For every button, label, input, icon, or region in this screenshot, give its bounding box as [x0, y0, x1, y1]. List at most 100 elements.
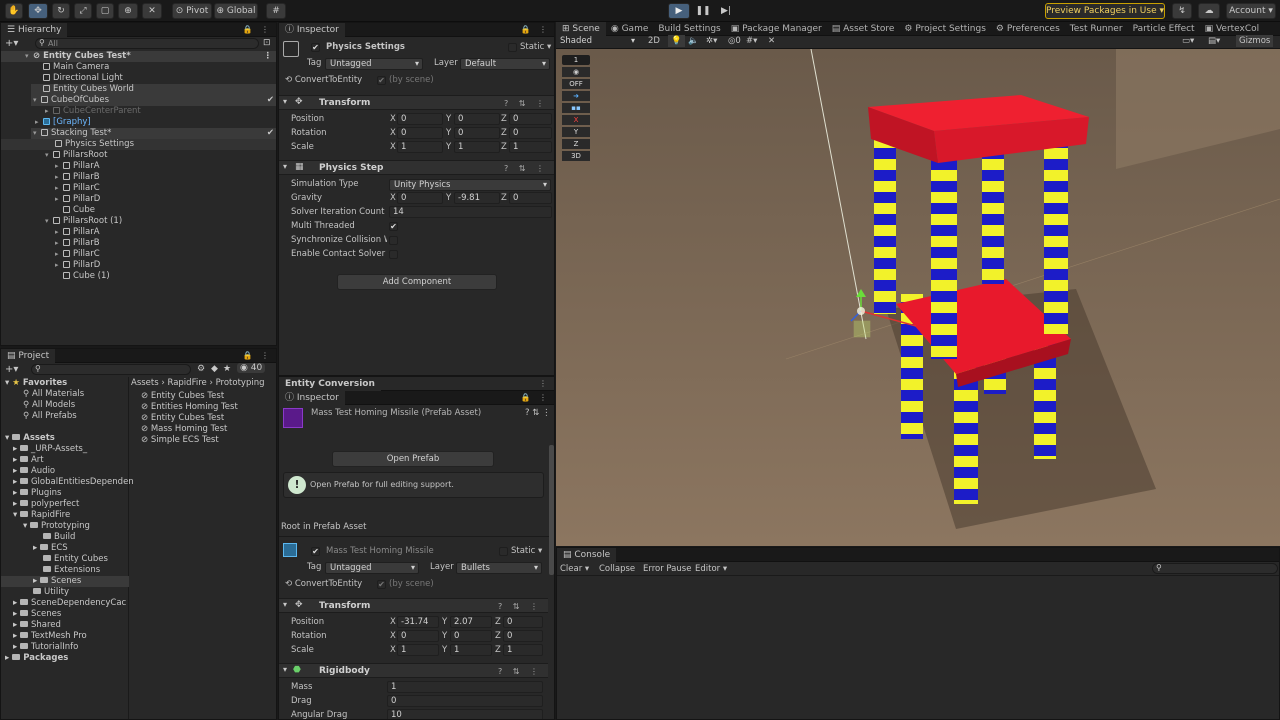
3d-toggle[interactable]: 3D — [562, 151, 590, 161]
folder-item[interactable]: ▸ Audio — [13, 466, 55, 477]
scene-visibility-icon[interactable]: ⊡ — [263, 38, 271, 48]
rotation-x-field[interactable]: 0 — [397, 630, 439, 642]
position-z-field[interactable]: 0 — [503, 616, 543, 628]
tab-project[interactable]: ▤ Project — [1, 349, 56, 363]
hierarchy-item[interactable]: Physics Settings — [1, 139, 276, 150]
file-item[interactable]: ⊘ Mass Homing Test — [141, 424, 227, 435]
tab-game[interactable]: ◉ Game — [606, 22, 654, 36]
breadcrumb-item[interactable]: RapidFire — [167, 378, 206, 388]
transform-header[interactable]: ▾ ✥ Transform ? ⇅ ⋮ — [279, 598, 548, 613]
folder-item[interactable]: ▸ Art — [13, 455, 44, 466]
file-item[interactable]: ⊘ Simple ECS Test — [141, 435, 219, 446]
folder-item[interactable]: Utility — [33, 587, 69, 598]
hierarchy-item[interactable]: ▾ CubeOfCubes ✔ — [31, 95, 276, 106]
filter-type-icon[interactable]: ⚙ — [197, 364, 205, 374]
assets-header[interactable]: ▾ Assets — [5, 433, 55, 444]
filter-label-icon[interactable]: ◆ — [211, 364, 218, 374]
hierarchy-item[interactable]: ▾ Stacking Test* ✔ — [31, 128, 276, 139]
panel-menu-icon[interactable]: 🔒 ⋮ — [242, 25, 272, 34]
hierarchy-item[interactable]: ▸ PillarA — [1, 161, 100, 172]
lighting-toggle-icon[interactable]: 💡 — [668, 35, 685, 47]
favorite-item[interactable]: ⚲ All Prefabs — [23, 411, 77, 422]
tab-scene[interactable]: ⊞ Scene — [556, 21, 606, 36]
file-item[interactable]: ⊘ Entity Cubes Test — [141, 391, 224, 402]
component-menu-icon[interactable]: ? ⇅ ⋮ — [498, 665, 542, 678]
gravity-z-field[interactable]: 0 — [509, 192, 552, 204]
hidden-objects-toggle[interactable]: ◎0 — [728, 35, 741, 47]
scale-z-field[interactable]: 1 — [503, 644, 543, 656]
folder-item[interactable]: Build — [43, 532, 75, 543]
hierarchy-item[interactable]: ▾ PillarsRoot (1) — [1, 216, 122, 227]
panel-menu-icon[interactable]: 🔒 ⋮ — [242, 351, 272, 360]
rotation-z-field[interactable]: 0 — [509, 127, 552, 139]
add-icon[interactable]: +▾ — [5, 38, 18, 49]
rigidbody-header[interactable]: ▾ ⬣ Rigidbody ? ⇅ ⋮ — [279, 663, 548, 678]
play-button[interactable]: ▶ — [668, 3, 690, 19]
folder-item[interactable]: ▸ Scenes — [1, 576, 129, 587]
file-item[interactable]: ⊘ Entities Homing Test — [141, 402, 238, 413]
project-search-input[interactable] — [31, 364, 191, 375]
folder-item[interactable]: ▸ Shared — [13, 620, 61, 631]
angular-drag-field[interactable]: 10 — [387, 709, 543, 719]
clear-dropdown[interactable]: Clear ▾ — [560, 563, 589, 575]
tab-console[interactable]: ▤ Console — [557, 548, 617, 562]
solver-iteration-field[interactable]: 14 — [389, 206, 552, 218]
shading-mode-dropdown[interactable]: Shaded — [556, 36, 638, 48]
folder-item[interactable]: Entity Cubes — [43, 554, 108, 565]
transform-tool-icon[interactable]: ⊕ — [118, 3, 138, 19]
rotate-tool-icon[interactable]: ↻ — [52, 3, 70, 19]
tag-dropdown[interactable]: Untagged — [325, 58, 423, 70]
rotation-y-field[interactable]: 0 — [450, 630, 492, 642]
scale-y-field[interactable]: 1 — [450, 644, 492, 656]
hierarchy-item[interactable]: ▸ PillarC — [1, 249, 100, 260]
component-menu-icon[interactable]: ? ⇅ ⋮ — [504, 162, 548, 175]
panel-menu-icon[interactable]: ⋮ — [539, 379, 550, 388]
panel-menu-icon[interactable]: 🔒 ⋮ — [520, 25, 550, 34]
tab-preferences[interactable]: ⚙ Preferences — [991, 22, 1065, 36]
layer-dropdown[interactable]: Bullets — [456, 562, 542, 574]
panel-menu-icon[interactable]: 🔒 ⋮ — [520, 393, 550, 402]
scale-x-field[interactable]: 1 — [397, 644, 439, 656]
folder-item[interactable]: ▸ ECS — [33, 543, 68, 554]
scale-tool-icon[interactable]: ⤢ — [74, 3, 92, 19]
object-name-field[interactable]: Mass Test Homing Missile — [326, 545, 434, 557]
tab-package-manager[interactable]: ▣ Package Manager — [726, 22, 827, 36]
layer-dropdown[interactable]: Default — [460, 58, 550, 70]
folder-item[interactable]: ▸ Plugins — [13, 488, 61, 499]
custom-tool-icon[interactable]: ✕ — [142, 3, 162, 19]
tab-entity-conversion[interactable]: Entity Conversion — [279, 377, 381, 391]
tab-hierarchy[interactable]: ☰ Hierarchy — [1, 23, 68, 37]
position-y-field[interactable]: 0 — [454, 113, 500, 125]
error-pause-toggle[interactable]: Error Pause — [643, 563, 691, 575]
collapse-toggle[interactable]: Collapse — [599, 563, 635, 575]
position-x-field[interactable]: 0 — [397, 113, 443, 125]
hierarchy-item[interactable]: ▸ PillarD — [1, 260, 100, 271]
global-toggle[interactable]: ⊕ Global — [214, 3, 258, 19]
hierarchy-item[interactable]: Cube — [1, 205, 95, 216]
folder-item[interactable]: ▸ TutorialInfo — [13, 642, 78, 653]
gravity-y-field[interactable]: -9.81 — [454, 192, 500, 204]
add-component-button[interactable]: Add Component — [337, 274, 497, 290]
tab-vertexcol[interactable]: ▣ VertexCol — [1200, 22, 1265, 36]
tab-inspector[interactable]: ⓘ Inspector — [279, 23, 345, 37]
axis-y-toggle[interactable]: Y — [562, 127, 590, 137]
folder-item[interactable]: ▸ GlobalEntitiesDependen — [13, 477, 134, 488]
folder-item[interactable]: Extensions — [43, 565, 100, 576]
position-y-field[interactable]: 2.07 — [450, 616, 492, 628]
static-checkbox[interactable] — [499, 547, 508, 556]
inspector-scrollbar[interactable] — [549, 445, 554, 575]
tools-icon[interactable]: ✕ — [768, 35, 775, 47]
convert-checkbox[interactable]: ✔ — [377, 580, 386, 589]
light-gizmo-icon[interactable] — [857, 307, 865, 315]
folder-item[interactable]: ▸ polyperfect — [13, 499, 79, 510]
hierarchy-item[interactable]: ▾ ⊘ Entity Cubes Test* ⋮ — [1, 51, 276, 62]
step-button[interactable]: ▶| — [716, 3, 736, 19]
hierarchy-item[interactable]: ▸ PillarB — [1, 172, 100, 183]
packages-header[interactable]: ▸ Packages — [5, 653, 68, 664]
tab-inspector-2[interactable]: ⓘ Inspector — [279, 390, 345, 405]
gizmos-dropdown[interactable]: Gizmos — [1236, 35, 1274, 47]
eye-icon[interactable]: ◉ — [562, 67, 590, 77]
hidden-packages-toggle[interactable]: ◉ 40 — [237, 363, 266, 373]
cloud-icon[interactable]: ☁ — [1198, 3, 1220, 19]
tab-particle-effect[interactable]: Particle Effect — [1128, 22, 1200, 36]
